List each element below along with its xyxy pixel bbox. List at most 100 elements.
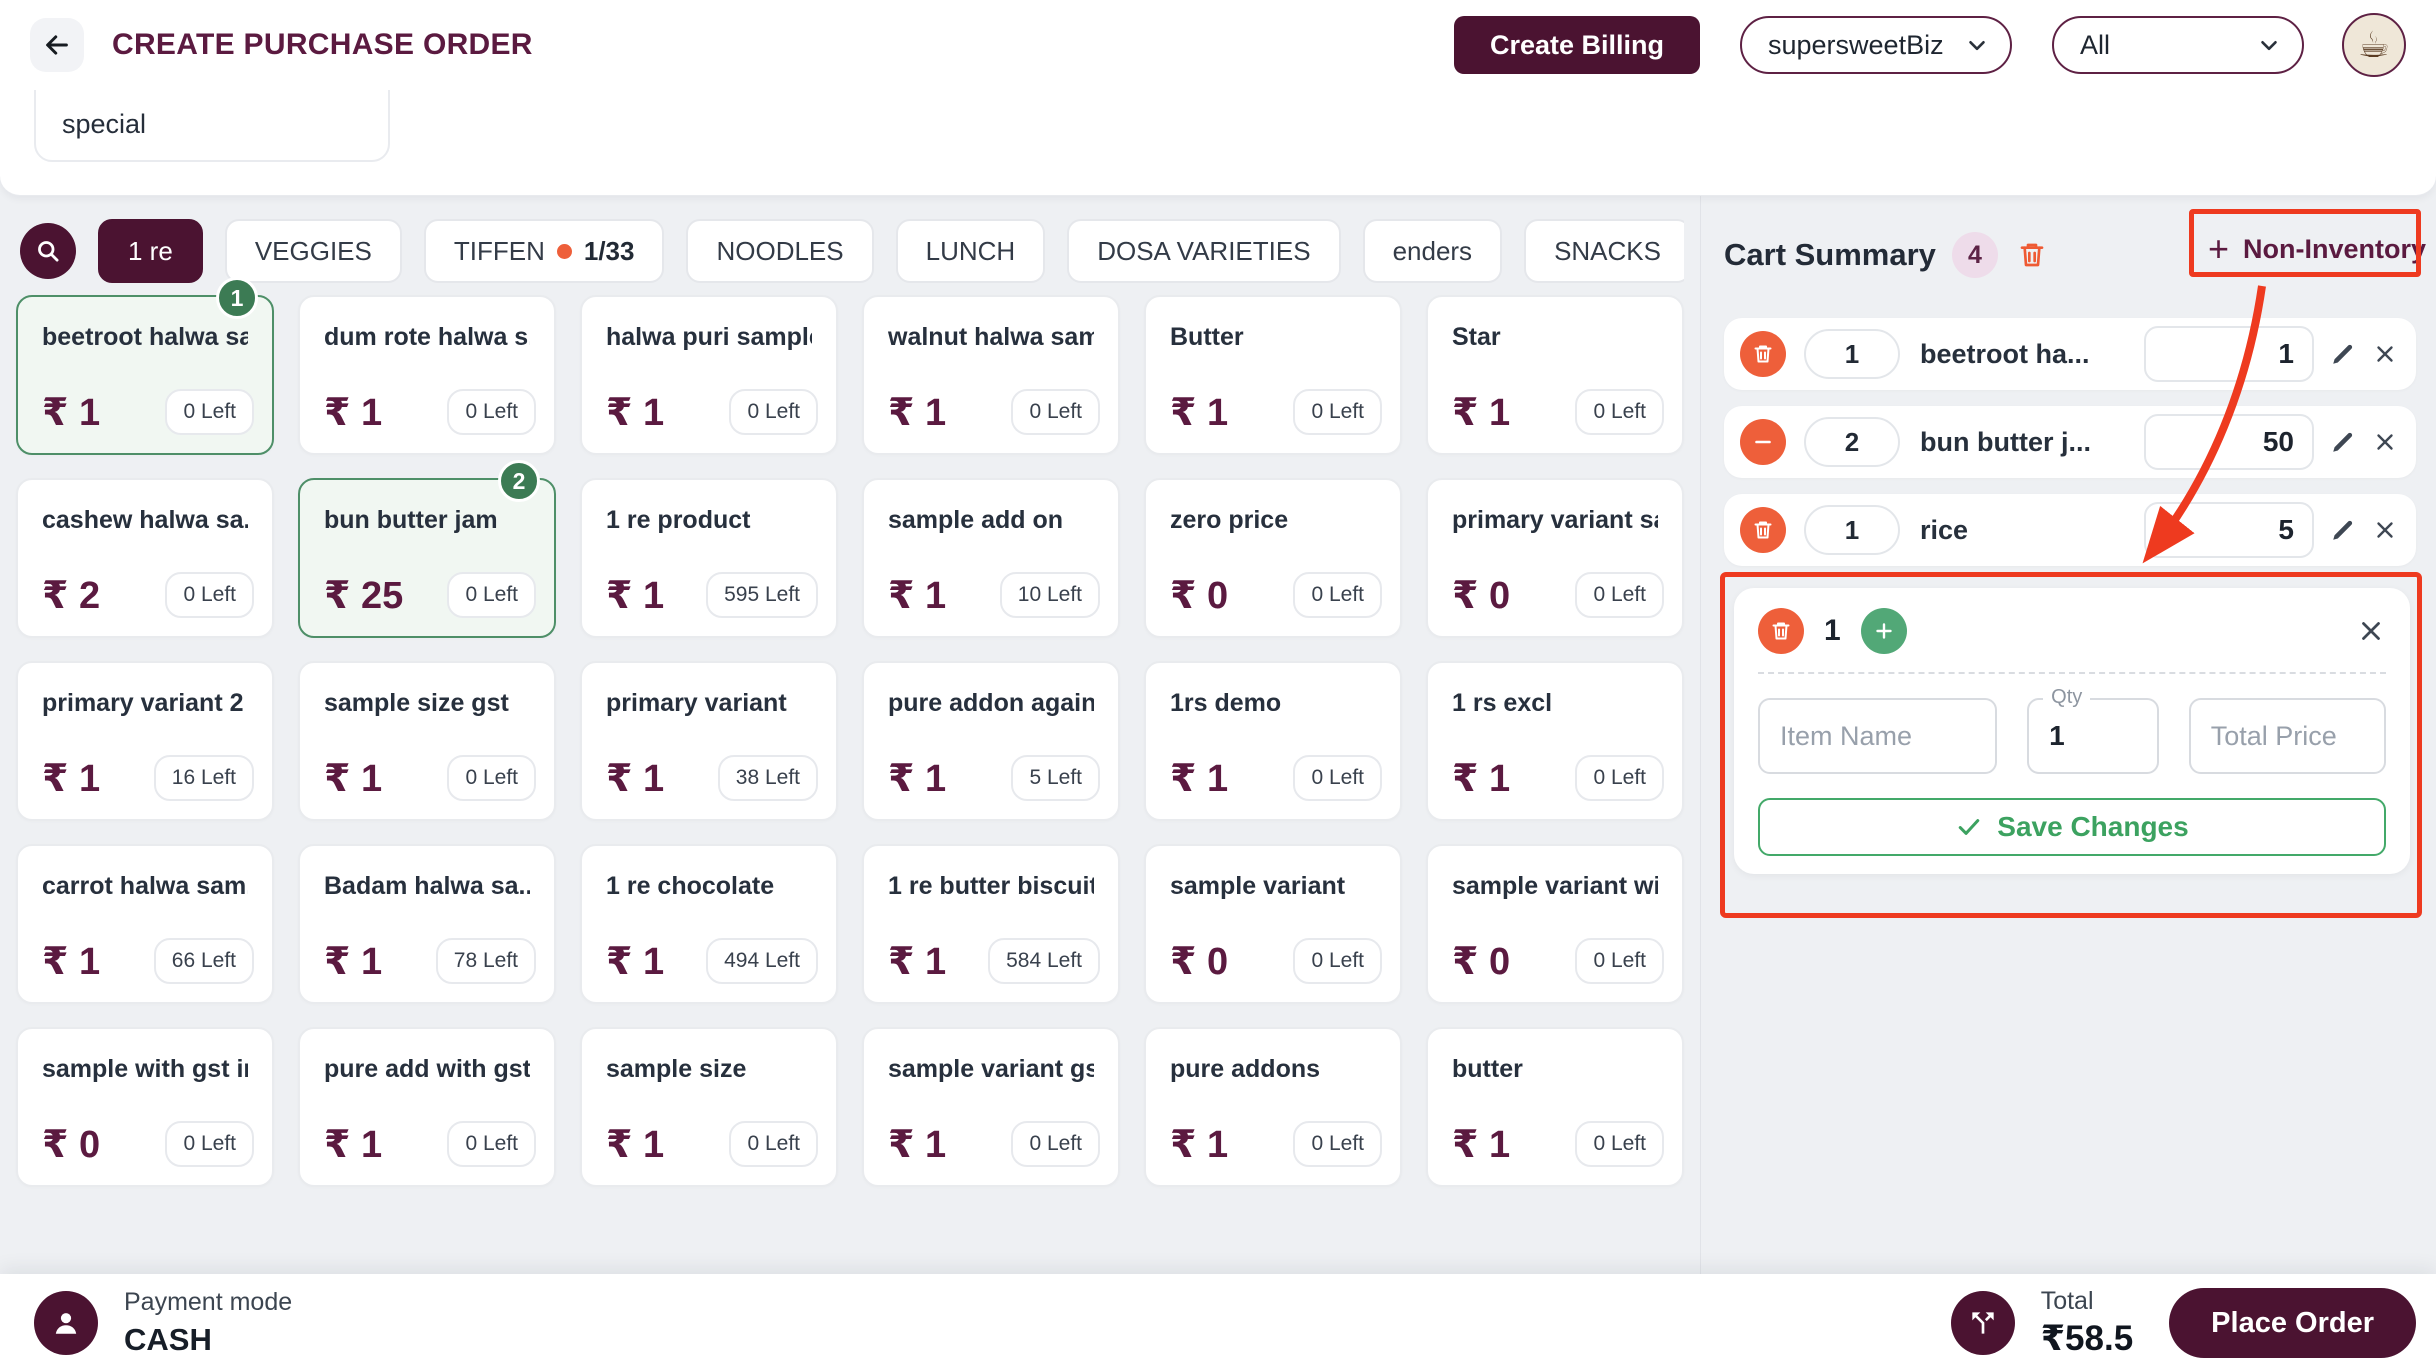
cart-item-row: 1 rice 5 — [1724, 494, 2416, 566]
remove-item-button[interactable] — [1740, 419, 1786, 465]
product-name: primary variant sa... — [1452, 506, 1658, 535]
category-tab[interactable]: DOSA VARIETIES — [1067, 219, 1340, 283]
product-card[interactable]: halwa puri sample ₹ 1 0 Left — [580, 295, 838, 455]
product-price-row: ₹ 1 595 Left — [606, 572, 818, 618]
product-price: ₹ 0 — [1452, 573, 1510, 618]
product-price: ₹ 1 — [42, 756, 100, 801]
create-billing-button[interactable]: Create Billing — [1454, 16, 1700, 74]
editor-remove-button[interactable] — [1758, 608, 1804, 654]
product-card[interactable]: 1rs demo ₹ 1 0 Left — [1144, 661, 1402, 821]
pos-purchase-order-screen: special CREATE PURCHASE ORDER Create Bil… — [0, 0, 2436, 1372]
product-card[interactable]: dum rote halwa s... ₹ 1 0 Left — [298, 295, 556, 455]
category-tab[interactable]: NOODLES — [686, 219, 873, 283]
product-name: carrot halwa sam... — [42, 872, 248, 901]
filter-select[interactable]: All — [2052, 16, 2304, 74]
product-card[interactable]: pure addon again ₹ 1 5 Left — [862, 661, 1120, 821]
product-price: ₹ 1 — [606, 573, 664, 618]
product-card[interactable]: primary variant 2 ₹ 1 16 Left — [16, 661, 274, 821]
product-price-row: ₹ 1 0 Left — [888, 1121, 1100, 1167]
stock-badge: 0 Left — [1575, 1121, 1664, 1167]
back-button[interactable] — [30, 18, 84, 72]
delete-item-button[interactable] — [2372, 429, 2398, 455]
product-card[interactable]: zero price ₹ 0 0 Left — [1144, 478, 1402, 638]
edit-item-button[interactable] — [2330, 517, 2356, 543]
category-tab[interactable]: TIFFEN 1/33 — [424, 219, 665, 283]
stock-badge: 0 Left — [165, 572, 254, 618]
category-tab[interactable]: VEGGIES — [225, 219, 402, 283]
product-card[interactable]: sample size gst ₹ 1 0 Left — [298, 661, 556, 821]
product-name: sample size gst — [324, 689, 530, 718]
product-name: sample variant — [1170, 872, 1376, 901]
product-card[interactable]: 1 rs excl ₹ 1 0 Left — [1426, 661, 1684, 821]
qty-input[interactable] — [2029, 700, 2157, 772]
product-card[interactable]: 1 re product ₹ 1 595 Left — [580, 478, 838, 638]
product-card[interactable]: 2 bun butter jam ₹ 25 0 Left — [298, 478, 556, 638]
product-card[interactable]: sample add on ₹ 1 10 Left — [862, 478, 1120, 638]
tab-label: LUNCH — [926, 236, 1016, 267]
category-tab[interactable]: SNACKS — [1524, 219, 1684, 283]
product-card[interactable]: cashew halwa sa... ₹ 2 0 Left — [16, 478, 274, 638]
business-select-value: supersweetBiz — [1768, 30, 1944, 61]
trash-icon — [1751, 518, 1775, 542]
cart-item-qty[interactable]: 2 — [1804, 417, 1900, 467]
product-name: 1 re butter biscuit — [888, 872, 1094, 901]
cart-item-qty[interactable]: 1 — [1804, 329, 1900, 379]
product-card[interactable]: Badam halwa sa... ₹ 1 78 Left — [298, 844, 556, 1004]
product-card[interactable]: pure addons ₹ 1 0 Left — [1144, 1027, 1402, 1187]
search-button[interactable] — [20, 223, 76, 279]
product-card[interactable]: carrot halwa sam... ₹ 1 66 Left — [16, 844, 274, 1004]
cart-item-price[interactable]: 1 — [2144, 326, 2314, 382]
delete-item-button[interactable] — [2372, 341, 2398, 367]
product-card[interactable]: 1 beetroot halwa sa... ₹ 1 0 Left — [16, 295, 274, 455]
product-card[interactable]: sample variant gs... ₹ 1 0 Left — [862, 1027, 1120, 1187]
item-name-input[interactable] — [1760, 700, 1995, 772]
cart-item-qty[interactable]: 1 — [1804, 505, 1900, 555]
category-tab[interactable]: enders — [1363, 219, 1503, 283]
product-price: ₹ 1 — [606, 1122, 664, 1167]
product-card[interactable]: 1 re chocolate ₹ 1 494 Left — [580, 844, 838, 1004]
product-card[interactable]: butter ₹ 1 0 Left — [1426, 1027, 1684, 1187]
product-card[interactable]: sample size ₹ 1 0 Left — [580, 1027, 838, 1187]
category-tab[interactable]: LUNCH — [896, 219, 1046, 283]
place-order-button[interactable]: Place Order — [2169, 1288, 2416, 1358]
product-card[interactable]: sample variant wi... ₹ 0 0 Left — [1426, 844, 1684, 1004]
total-price-input[interactable] — [2191, 700, 2384, 772]
product-card[interactable]: walnut halwa sam... ₹ 1 0 Left — [862, 295, 1120, 455]
product-card[interactable]: 1 re butter biscuit ₹ 1 584 Left — [862, 844, 1120, 1004]
payment-user-button[interactable] — [34, 1291, 98, 1355]
profile-avatar[interactable]: ☕ — [2342, 13, 2406, 77]
editor-close-button[interactable] — [2356, 616, 2386, 646]
product-name: dum rote halwa s... — [324, 323, 530, 352]
product-card[interactable]: sample variant ₹ 0 0 Left — [1144, 844, 1402, 1004]
clear-cart-button[interactable] — [2016, 239, 2048, 271]
save-changes-button[interactable]: Save Changes — [1758, 798, 2386, 856]
product-name: sample size — [606, 1055, 812, 1084]
product-card[interactable]: sample with gst inc ₹ 0 0 Left — [16, 1027, 274, 1187]
category-tab[interactable]: 1 re — [98, 219, 203, 283]
product-card[interactable]: primary variant sa... ₹ 0 0 Left — [1426, 478, 1684, 638]
non-inventory-button[interactable]: + Non-Inventory — [2208, 226, 2426, 272]
product-card[interactable]: Butter ₹ 1 0 Left — [1144, 295, 1402, 455]
product-card[interactable]: primary variant ₹ 1 38 Left — [580, 661, 838, 821]
cart-item-price[interactable]: 50 — [2144, 414, 2314, 470]
product-price-row: ₹ 1 10 Left — [888, 572, 1100, 618]
product-name: walnut halwa sam... — [888, 323, 1094, 352]
product-name: primary variant — [606, 689, 812, 718]
product-price-row: ₹ 1 0 Left — [1452, 389, 1664, 435]
business-select[interactable]: supersweetBiz — [1740, 16, 2012, 74]
split-payment-button[interactable] — [1951, 1291, 2015, 1355]
close-icon — [2372, 341, 2398, 367]
remove-item-button[interactable] — [1740, 507, 1786, 553]
editor-increase-button[interactable] — [1861, 608, 1907, 654]
delete-item-button[interactable] — [2372, 517, 2398, 543]
product-card[interactable]: pure add with gst ₹ 1 0 Left — [298, 1027, 556, 1187]
edit-item-button[interactable] — [2330, 429, 2356, 455]
product-price: ₹ 1 — [1452, 756, 1510, 801]
product-card[interactable]: Star ₹ 1 0 Left — [1426, 295, 1684, 455]
edit-item-button[interactable] — [2330, 341, 2356, 367]
remove-item-button[interactable] — [1740, 331, 1786, 377]
cart-item-price[interactable]: 5 — [2144, 502, 2314, 558]
product-name: Badam halwa sa... — [324, 872, 530, 901]
product-price-row: ₹ 25 0 Left — [324, 572, 536, 618]
plus-icon: + — [2208, 231, 2229, 267]
